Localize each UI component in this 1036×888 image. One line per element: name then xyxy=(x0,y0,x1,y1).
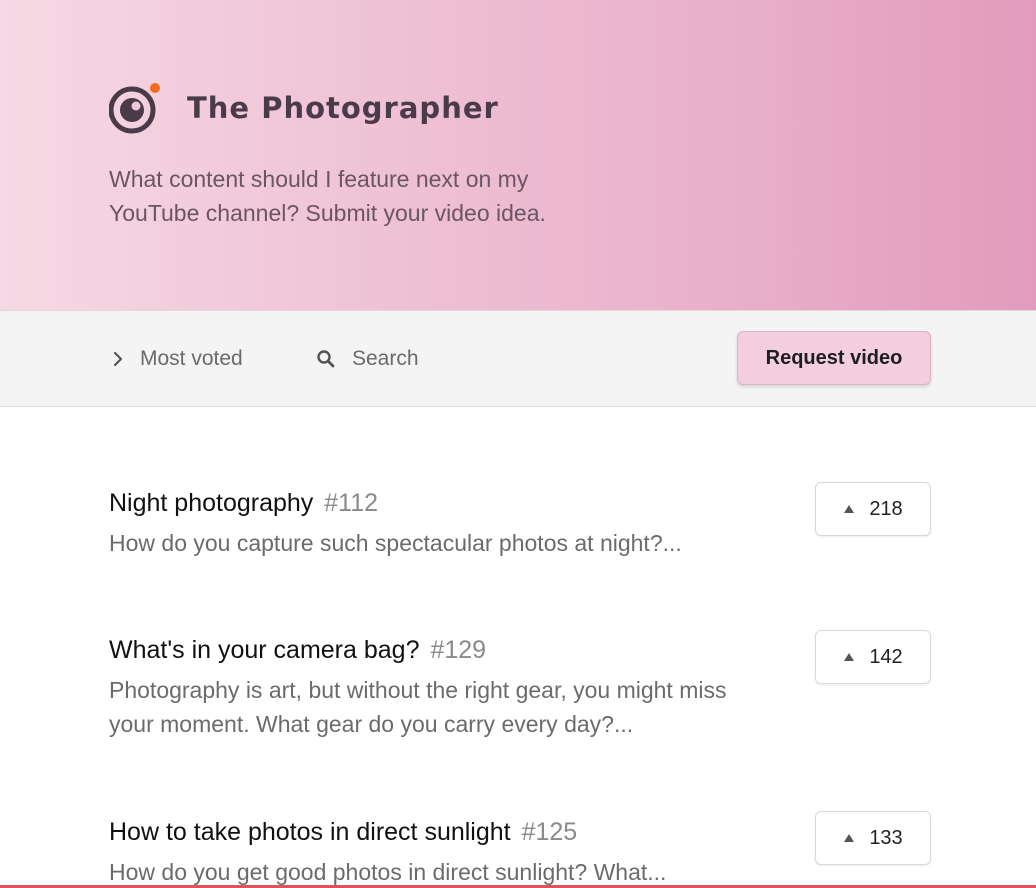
sort-label: Most voted xyxy=(140,347,243,370)
brand[interactable]: The Photographer xyxy=(109,82,499,134)
toolbar: Most voted Search Request video xyxy=(0,311,1036,407)
item-id: #112 xyxy=(324,489,379,517)
vote-count: 133 xyxy=(869,826,903,849)
upvote-button[interactable]: 133 xyxy=(815,811,931,865)
app-window: The Photographer What content should I f… xyxy=(0,0,1036,888)
vote-count: 142 xyxy=(869,645,903,668)
hero-header: The Photographer What content should I f… xyxy=(0,0,1036,311)
search-label: Search xyxy=(352,347,419,370)
request-video-button[interactable]: Request video xyxy=(737,331,931,385)
item-id: #129 xyxy=(430,636,487,664)
brand-name: The Photographer xyxy=(187,91,499,125)
list-item[interactable]: What's in your camera bag? #129 Photogra… xyxy=(109,630,939,741)
search-icon xyxy=(316,349,336,369)
search-trigger[interactable]: Search xyxy=(316,344,419,374)
item-description: How do you get good photos in direct sun… xyxy=(109,859,667,885)
list-item[interactable]: Night photography #112 How do you captur… xyxy=(109,482,939,560)
list-item[interactable]: How to take photos in direct sunlight #1… xyxy=(109,811,939,888)
item-title[interactable]: Night photography xyxy=(109,489,313,517)
chevron-right-icon xyxy=(112,351,124,367)
vote-count: 218 xyxy=(869,497,903,520)
item-title[interactable]: How to take photos in direct sunlight xyxy=(109,818,511,846)
upvote-triangle-icon xyxy=(843,833,855,843)
upvote-triangle-icon xyxy=(843,504,855,514)
item-description: Photography is art, but without the righ… xyxy=(109,677,727,737)
item-title[interactable]: What's in your camera bag? xyxy=(109,636,419,664)
tagline: What content should I feature next on my… xyxy=(109,166,546,226)
item-description: How do you capture such spectacular phot… xyxy=(109,530,682,556)
upvote-triangle-icon xyxy=(843,652,855,662)
upvote-button[interactable]: 218 xyxy=(815,482,931,536)
sort-dropdown[interactable]: Most voted xyxy=(112,344,243,374)
upvote-button[interactable]: 142 xyxy=(815,630,931,684)
camera-lens-icon xyxy=(109,83,160,134)
item-id: #125 xyxy=(521,818,578,846)
